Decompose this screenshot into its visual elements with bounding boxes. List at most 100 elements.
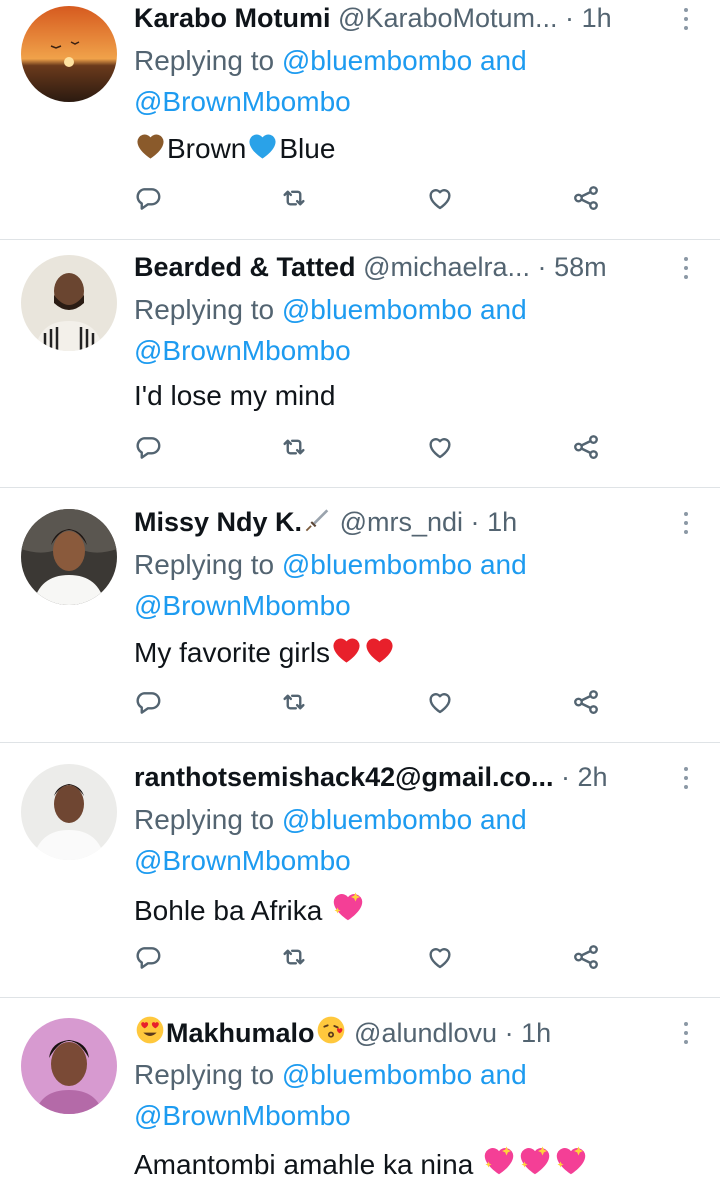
tweet-header: ranthotsemishack42@gmail.co... · 2h [134,760,660,794]
share-icon[interactable] [568,684,604,720]
tweet-header: Bearded & Tatted @michaelra... · 58m [134,250,660,284]
tweet-actions [130,180,610,216]
heart-icon[interactable] [422,939,458,975]
tweet[interactable]: Karabo Motumi @KaraboMotum... · 1h Reply… [0,0,720,240]
user-handle[interactable]: @alundlovu [354,1018,497,1048]
avatar[interactable] [21,6,117,102]
heart-icon[interactable] [422,429,458,465]
blue-heart-icon [246,129,279,162]
replying-to: Replying to @bluembombo and @BrownMbombo [134,1054,694,1136]
replying-label: Replying to [134,549,275,580]
mention-link[interactable]: @bluembombo [282,1059,472,1090]
timestamp[interactable]: 1h [521,1018,551,1048]
tweet-text: Brown Blue [134,129,694,167]
sparkling-heart-icon [481,1142,517,1178]
tweet-actions [130,429,610,465]
and-label: and [479,1059,527,1090]
more-vertical-icon[interactable] [676,4,696,34]
red-heart-icon [363,633,396,666]
dagger-icon [305,509,329,532]
heart-icon[interactable] [422,180,458,216]
and-label: and [479,804,527,835]
display-name[interactable]: ranthotsemishack42@gmail.co... [134,762,553,792]
timestamp[interactable]: 2h [578,762,608,792]
replying-to: Replying to @bluembombo and @BrownMbombo [134,40,694,122]
display-name[interactable]: Karabo Motumi [134,3,331,33]
replying-to: Replying to @bluembombo and @BrownMbombo [134,289,694,371]
share-icon[interactable] [568,429,604,465]
tweet-header: Karabo Motumi @KaraboMotum... · 1h [134,1,660,35]
reply-icon[interactable] [130,684,166,720]
separator-dot: · [561,762,570,792]
avatar[interactable] [21,1018,117,1114]
sparkling-heart-icon [517,1142,553,1178]
separator-dot: · [504,1018,514,1048]
and-label: and [479,549,527,580]
display-name[interactable]: Makhumalo [166,1018,315,1048]
display-name[interactable]: Missy Ndy K. [134,507,302,537]
tweet[interactable]: ranthotsemishack42@gmail.co... · 2h Repl… [0,743,720,998]
heart-icon[interactable] [422,684,458,720]
tweet-text: Bohle ba Afrika [134,888,694,929]
share-icon[interactable] [568,180,604,216]
mention-link[interactable]: @BrownMbombo [134,335,351,366]
mention-link[interactable]: @bluembombo [282,804,472,835]
tweet-text: Amantombi amahle ka nina [134,1142,694,1183]
sparkling-heart-icon [330,888,366,924]
more-vertical-icon[interactable] [676,508,696,538]
timestamp[interactable]: 1h [582,3,612,33]
mention-link[interactable]: @BrownMbombo [134,86,351,117]
user-handle[interactable]: @KaraboMotum... [338,3,558,33]
red-heart-icon [330,633,363,666]
mention-link[interactable]: @BrownMbombo [134,845,351,876]
replying-to: Replying to @bluembombo and @BrownMbombo [134,544,694,626]
mention-link[interactable]: @bluembombo [282,294,472,325]
sparkling-heart-icon [553,1142,589,1178]
more-vertical-icon[interactable] [676,253,696,283]
tweet[interactable]: Missy Ndy K. @mrs_ndi · 1h Replying to @… [0,488,720,743]
retweet-icon[interactable] [276,180,312,216]
mention-link[interactable]: @BrownMbombo [134,1100,351,1131]
more-vertical-icon[interactable] [676,1018,696,1048]
user-handle[interactable]: @mrs_ndi [340,507,463,537]
replying-label: Replying to [134,804,275,835]
separator-dot: · [470,507,480,537]
timestamp[interactable]: 1h [487,507,517,537]
more-vertical-icon[interactable] [676,763,696,793]
reply-icon[interactable] [130,939,166,975]
tweet[interactable]: Bearded & Tatted @michaelra... · 58m Rep… [0,240,720,488]
kissing-emoji [317,1016,344,1044]
tweet[interactable]: Makhumalo @alundlovu · 1h Replying to @b… [0,998,720,1192]
user-handle[interactable]: @michaelra... [363,252,530,282]
reply-icon[interactable] [130,429,166,465]
replying-label: Replying to [134,294,275,325]
display-name[interactable]: Bearded & Tatted [134,252,356,282]
replies-feed: Karabo Motumi @KaraboMotum... · 1h Reply… [0,0,720,1192]
brown-heart-icon [134,129,167,162]
retweet-icon[interactable] [276,684,312,720]
share-icon[interactable] [568,939,604,975]
tweet-header: Missy Ndy K. @mrs_ndi · 1h [134,505,660,539]
tweet-text: My favorite girls [134,633,694,671]
replying-to: Replying to @bluembombo and @BrownMbombo [134,799,694,881]
mention-link[interactable]: @BrownMbombo [134,590,351,621]
and-label: and [479,45,527,76]
heart-eyes-emoji [136,1016,164,1044]
avatar[interactable] [21,255,117,351]
mention-link[interactable]: @bluembombo [282,549,472,580]
replying-label: Replying to [134,45,275,76]
tweet-actions [130,684,610,720]
separator-dot: · [565,3,575,33]
and-label: and [479,294,527,325]
reply-icon[interactable] [130,180,166,216]
replying-label: Replying to [134,1059,275,1090]
avatar[interactable] [21,764,117,860]
tweet-actions [130,939,610,975]
retweet-icon[interactable] [276,939,312,975]
mention-link[interactable]: @bluembombo [282,45,472,76]
avatar[interactable] [21,509,117,605]
retweet-icon[interactable] [276,429,312,465]
separator-dot: · [537,252,547,282]
tweet-text: I'd lose my mind [134,380,336,411]
timestamp[interactable]: 58m [554,252,607,282]
